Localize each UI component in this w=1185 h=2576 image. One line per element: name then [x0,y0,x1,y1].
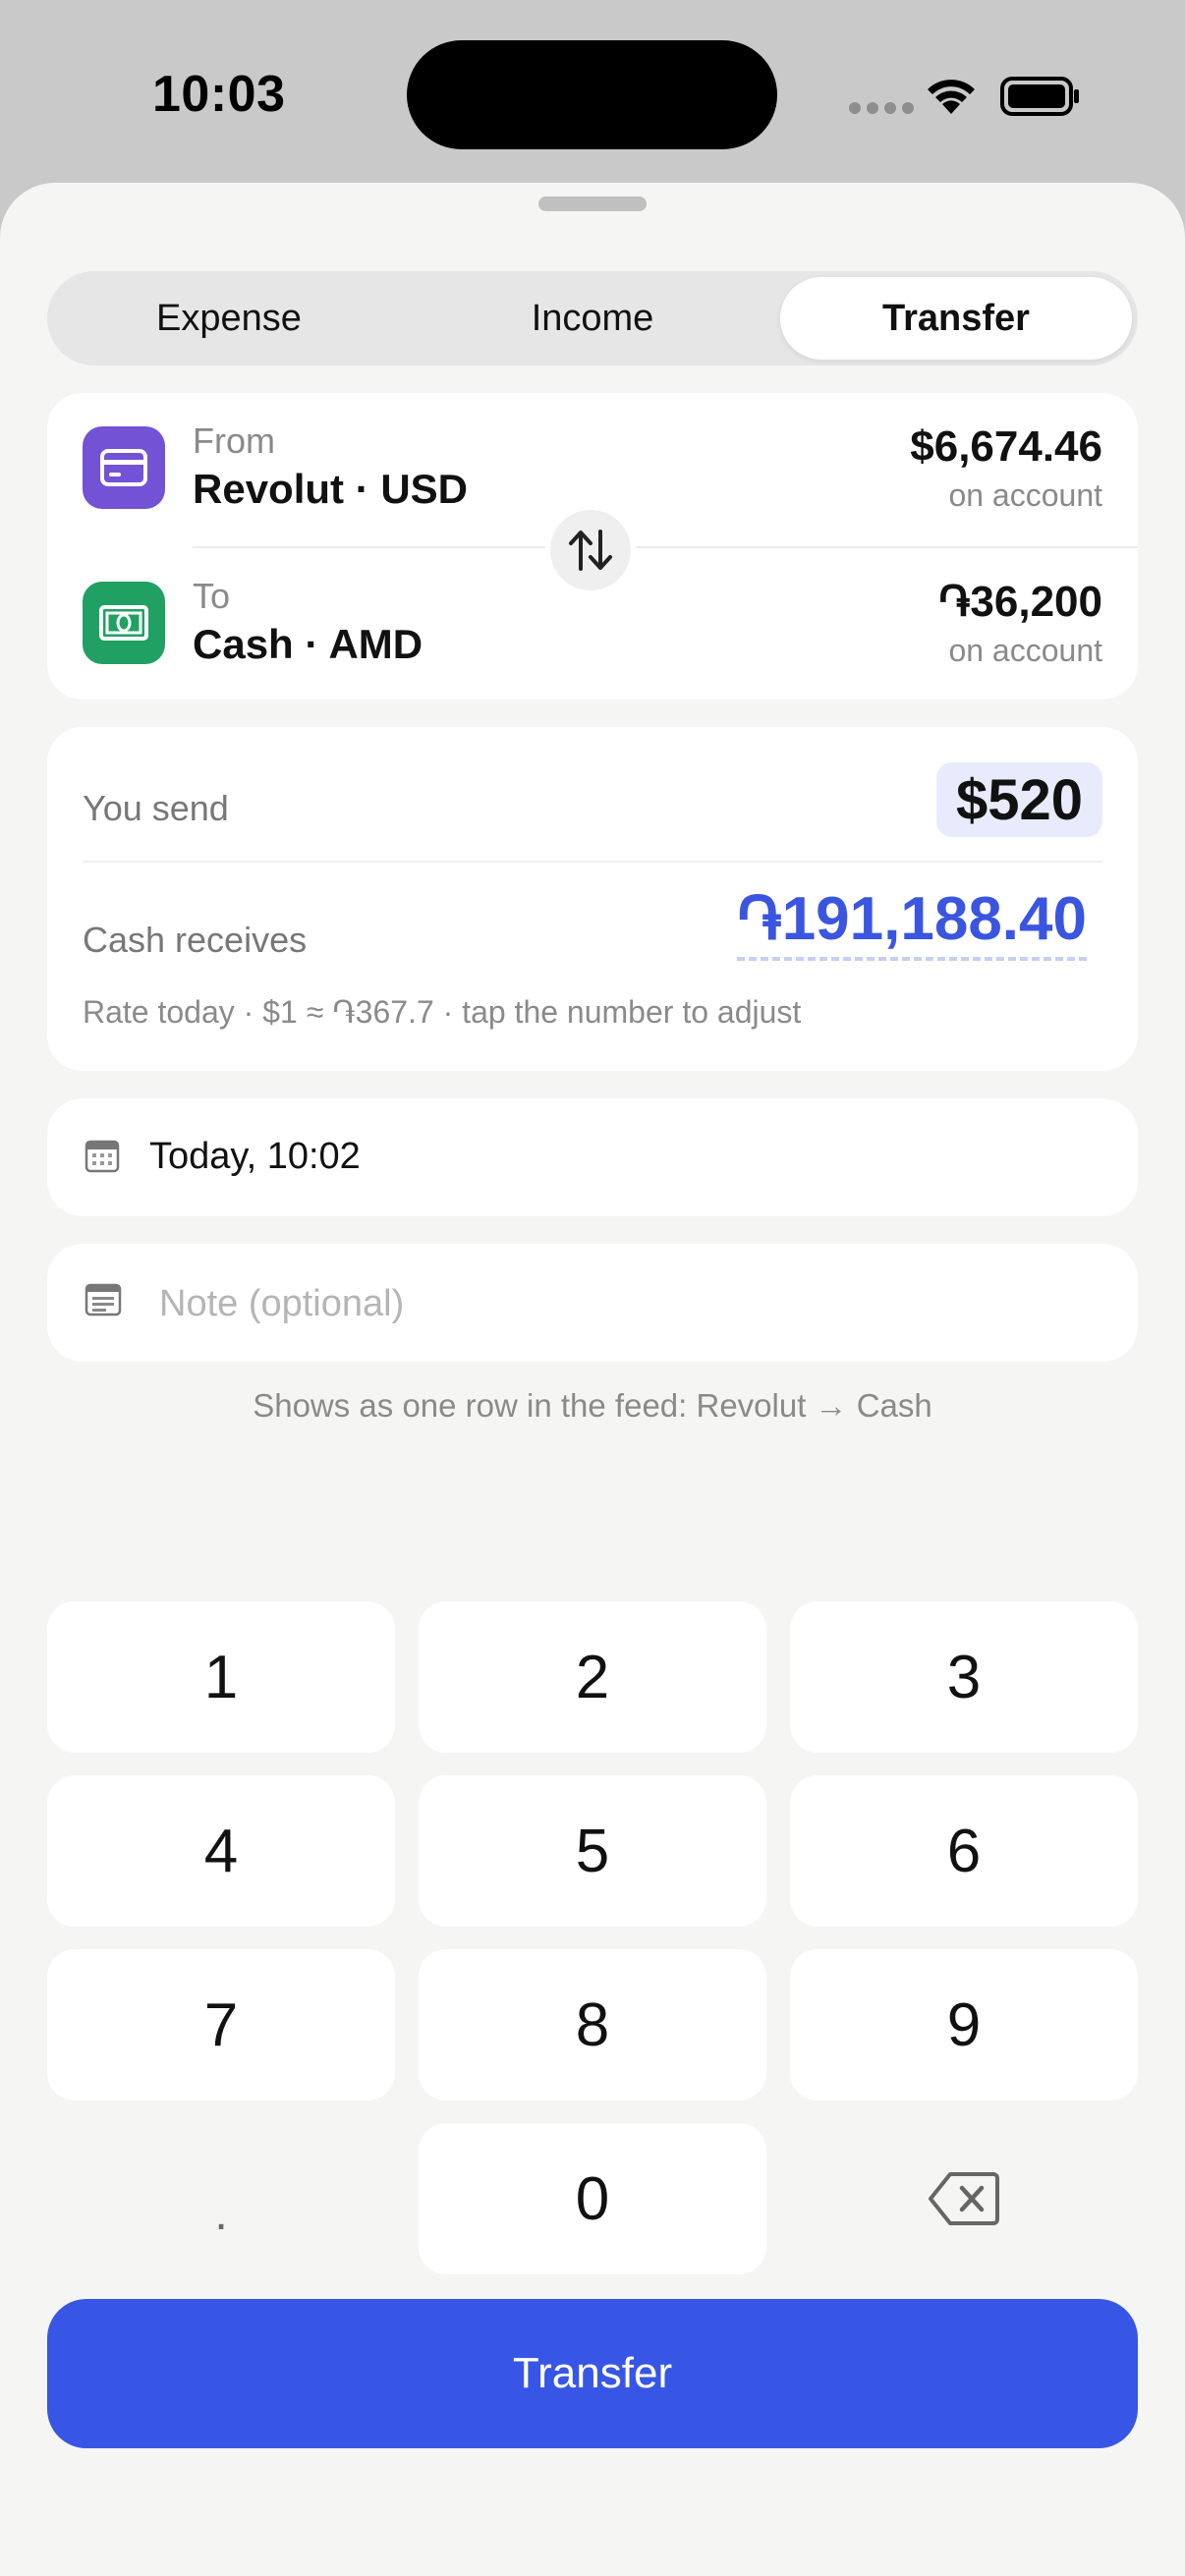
calendar-icon [85,1140,120,1173]
date-row[interactable]: Today, 10:02 [47,1098,1138,1216]
segment-expense[interactable]: Expense [53,277,405,360]
key-4[interactable]: 4 [47,1775,395,1927]
to-label: To [193,576,231,616]
note-icon [85,1283,122,1316]
cash-icon[interactable] [83,582,165,664]
feed-hint: Shows as one row in the feed: Revolut → … [253,1387,932,1424]
amounts-divider [83,861,1102,863]
from-balance-caption: on account [948,477,1102,513]
key-9[interactable]: 9 [790,1949,1138,2100]
signal-icon [849,102,914,114]
date-value: Today, 10:02 [149,1136,361,1177]
status-time: 10:03 [152,66,286,123]
swap-arrows-icon [569,530,612,571]
from-balance: $6,674.46 [910,422,1102,471]
status-bar: 10:03 [0,0,1185,187]
accounts-card: From Revolut · USD $6,674.46 on account … [47,393,1138,700]
amounts-card: You send $520 Cash receives ֏191,188.40 … [47,727,1138,1071]
dynamic-island [407,40,777,149]
wifi-icon [928,80,975,114]
note-input[interactable] [157,1269,1104,1338]
sheet-grabber[interactable] [538,196,647,211]
swap-accounts-button[interactable] [545,505,636,595]
transfer-sheet: Expense Income Transfer From Revolut · U… [0,183,1185,2576]
battery-icon [1000,77,1079,116]
key-decimal[interactable]: . [47,2123,395,2274]
type-segmented-control: Expense Income Transfer [47,271,1138,365]
rate-hint: Rate today · $1 ≈ ֏367.7 · tap the numbe… [83,994,802,1030]
from-account-name[interactable]: Revolut · USD [193,466,468,513]
transfer-button[interactable]: Transfer [47,2299,1138,2448]
segment-transfer[interactable]: Transfer [780,277,1132,360]
segment-income[interactable]: Income [417,277,768,360]
send-label: You send [83,788,229,828]
key-1[interactable]: 1 [47,1601,395,1753]
key-8[interactable]: 8 [419,1949,766,2100]
to-balance: ֏36,200 [938,578,1102,626]
note-row [47,1244,1138,1362]
to-account-name[interactable]: Cash · AMD [193,621,423,668]
card-icon[interactable] [83,426,165,509]
key-2[interactable]: 2 [419,1601,766,1753]
send-amount-field[interactable]: $520 [935,762,1102,837]
key-3[interactable]: 3 [790,1601,1138,1753]
to-balance-caption: on account [948,633,1102,668]
receive-amount-field[interactable]: ֏191,188.40 [737,884,1087,961]
key-7[interactable]: 7 [47,1949,395,2100]
backspace-icon [929,2172,999,2225]
from-label: From [193,420,275,461]
backspace-key[interactable] [790,2123,1138,2274]
accounts-divider [193,546,1138,548]
key-0[interactable]: 0 [419,2123,766,2274]
key-5[interactable]: 5 [419,1775,766,1927]
key-6[interactable]: 6 [790,1775,1138,1927]
receive-label: Cash receives [83,920,308,960]
